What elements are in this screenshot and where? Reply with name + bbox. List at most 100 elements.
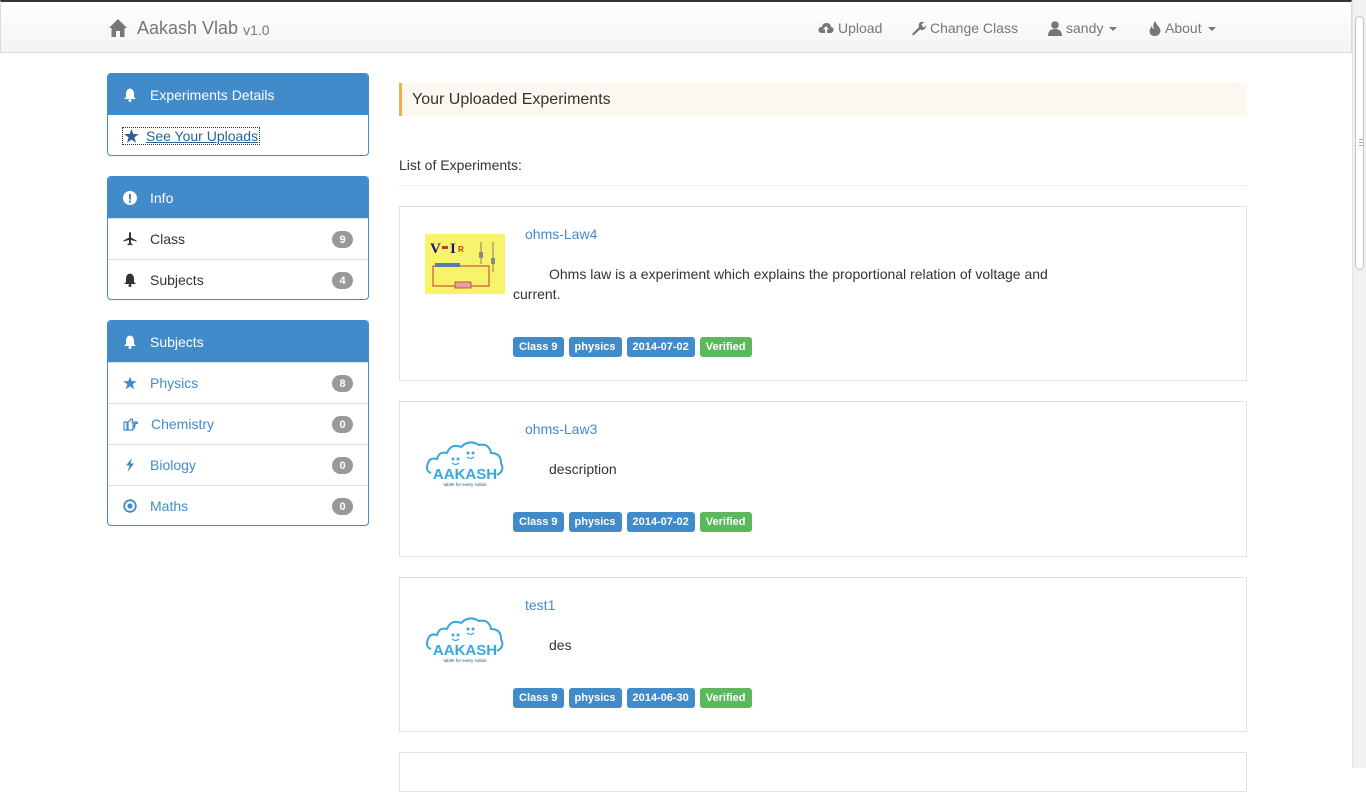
panel-heading: Subjects	[108, 321, 368, 362]
svg-text:R: R	[458, 245, 464, 254]
panel-heading: Info	[108, 177, 368, 218]
class-label: Class 9	[513, 512, 564, 532]
status-badge: Verified	[699, 688, 752, 708]
experiment-card: V I R ohms-Law4 Ohms law is a experiment…	[399, 206, 1247, 381]
date-label: 2014-07-02	[626, 337, 695, 357]
subject-item-label: Maths	[150, 498, 189, 514]
info-item-label: Subjects	[150, 272, 204, 288]
status-badge: Verified	[699, 337, 752, 357]
info-item-label: Class	[150, 231, 186, 247]
info-item-subjects[interactable]: Subjects 4	[108, 259, 368, 299]
bell-icon	[124, 88, 136, 102]
record-icon	[123, 499, 137, 513]
experiment-title-link[interactable]: test1	[525, 597, 555, 613]
panel-heading: Experiments Details	[108, 74, 368, 115]
aakash-logo[interactable]: AAKASH tablet for every indian	[425, 429, 505, 489]
panel-experiments-details: Experiments Details See Your Uploads	[107, 73, 369, 156]
hand-pointer-icon	[123, 417, 138, 431]
bell-icon	[124, 273, 136, 287]
aakash-logo[interactable]: AAKASH tablet for every indian	[425, 605, 505, 665]
experiment-card: AAKASH tablet for every indian ohms-Law3…	[399, 401, 1247, 557]
star-icon	[123, 376, 137, 390]
scrollbar-grip	[1359, 145, 1363, 146]
page-scrollbar[interactable]	[1352, 0, 1366, 768]
home-icon	[109, 19, 127, 37]
count-badge: 0	[332, 416, 353, 433]
brand[interactable]: Aakash Vlab v1.0	[108, 16, 270, 40]
experiment-description: des	[549, 637, 572, 653]
nav-change-class-label: Change Class	[930, 20, 1018, 36]
subject-item-physics[interactable]: Physics 8	[108, 362, 368, 403]
subject-item-chemistry[interactable]: Chemistry 0	[108, 403, 368, 444]
count-badge: 8	[332, 375, 353, 392]
subject-item-label: Physics	[150, 375, 199, 391]
count-badge: 4	[332, 272, 353, 289]
experiment-title-link[interactable]: ohms-Law4	[525, 226, 597, 242]
subject-item-label: Chemistry	[151, 416, 215, 432]
svg-text:tablet for every indian: tablet for every indian	[443, 482, 487, 487]
brand-name: Aakash Vlab	[137, 17, 239, 38]
nav-about-label: About	[1165, 20, 1202, 36]
experiment-card: AAKASH tablet for every indian test1 des…	[399, 577, 1247, 732]
chevron-down-icon	[1109, 27, 1118, 31]
top-navbar: Aakash Vlab v1.0 Upload Change Class san…	[0, 0, 1352, 53]
svg-text:I: I	[450, 241, 456, 257]
panel-title: Info	[150, 189, 174, 206]
status-badge: Verified	[699, 512, 752, 532]
count-badge: 9	[332, 231, 353, 248]
panel-subjects: Subjects Physics 8 Chemistry 0 Biology 0…	[107, 320, 369, 526]
subject-item-biology[interactable]: Biology 0	[108, 444, 368, 485]
nav-upload[interactable]: Upload	[818, 18, 882, 38]
date-label: 2014-06-30	[626, 688, 695, 708]
scrollbar-thumb[interactable]	[1355, 16, 1364, 270]
panel-title: Experiments Details	[150, 86, 275, 103]
brand-version: v1.0	[243, 21, 270, 38]
nav-user-label: sandy	[1066, 20, 1104, 36]
nav-change-class[interactable]: Change Class	[911, 18, 1018, 38]
panel-title: Subjects	[150, 333, 204, 350]
class-label: Class 9	[513, 688, 564, 708]
experiment-labels: Class 9 physics 2014-06-30 Verified	[513, 688, 752, 708]
scrollbar-grip	[1359, 142, 1363, 143]
wrench-icon	[912, 21, 926, 35]
info-item-class[interactable]: Class 9	[108, 218, 368, 259]
see-uploads-label: See Your Uploads	[146, 127, 259, 144]
nav-upload-label: Upload	[838, 20, 883, 36]
experiment-description: description	[549, 461, 617, 477]
experiment-thumbnail[interactable]: V I R	[425, 234, 505, 294]
exclamation-circle-icon	[123, 190, 137, 205]
nav-user-dropdown[interactable]: sandy	[1048, 18, 1118, 38]
fire-icon	[1149, 20, 1161, 36]
flash-icon	[126, 458, 134, 472]
experiment-card	[399, 752, 1247, 792]
plane-icon	[123, 232, 137, 246]
panel-info: Info Class 9 Subjects 4	[107, 176, 369, 300]
user-icon	[1048, 20, 1062, 36]
experiments-list-title: List of Experiments:	[399, 157, 522, 173]
experiment-labels: Class 9 physics 2014-07-02 Verified	[513, 337, 752, 357]
see-uploads-link[interactable]: See Your Uploads	[121, 126, 261, 145]
subject-item-maths[interactable]: Maths 0	[108, 485, 368, 525]
count-badge: 0	[332, 457, 353, 474]
svg-text:V: V	[430, 241, 441, 257]
cloud-upload-icon	[818, 23, 834, 34]
subject-label: physics	[568, 688, 622, 708]
see-uploads-row: See Your Uploads	[108, 115, 368, 155]
divider	[399, 185, 1247, 186]
count-badge: 0	[332, 498, 353, 515]
svg-text:AAKASH: AAKASH	[433, 466, 497, 483]
bell-icon	[124, 335, 136, 349]
svg-text:AAKASH: AAKASH	[433, 642, 497, 659]
nav-about-dropdown[interactable]: About	[1149, 18, 1216, 38]
scrollbar-grip	[1359, 139, 1363, 140]
subject-label: physics	[568, 337, 622, 357]
chevron-down-icon	[1207, 27, 1216, 31]
experiment-labels: Class 9 physics 2014-07-02 Verified	[513, 512, 752, 532]
date-label: 2014-07-02	[626, 512, 695, 532]
experiment-title-link[interactable]: ohms-Law3	[525, 421, 597, 437]
experiment-description: Ohms law is a experiment which explains …	[513, 266, 1048, 302]
star-icon	[124, 128, 139, 143]
subject-label: physics	[568, 512, 622, 532]
svg-text:tablet for every indian: tablet for every indian	[443, 658, 487, 663]
subject-item-label: Biology	[150, 457, 196, 473]
